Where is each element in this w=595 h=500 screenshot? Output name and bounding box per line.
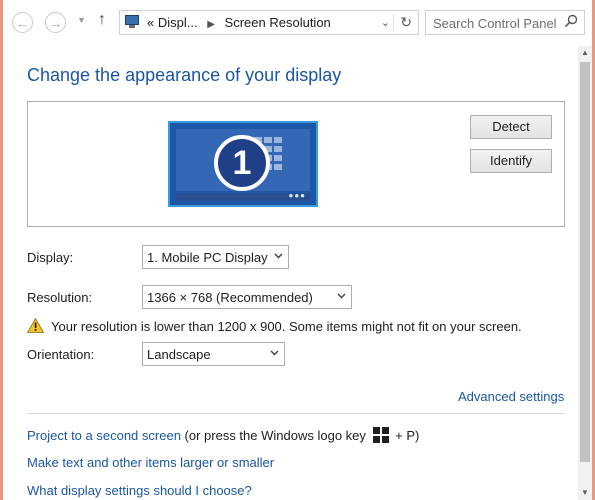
resolution-select-value: 1366 × 768 (Recommended) [147,290,313,305]
display-select[interactable]: 1. Mobile PC Display [142,245,289,269]
detect-button[interactable]: Detect [470,115,552,139]
address-dropdown-icon[interactable]: ⌄ [381,16,390,29]
navigation-bar: ← → ▼ ↑ « Displ... ▶ Screen Resolution ⌄… [3,0,592,46]
advanced-settings-link[interactable]: Advanced settings [458,389,564,404]
vertical-scrollbar[interactable]: ▲ ▼ [578,46,592,500]
resolution-warning: Your resolution is lower than 1200 x 900… [51,319,522,334]
display-preview-panel: ●●● 1 Detect Identify [27,101,565,227]
project-hint-post: + P) [391,428,420,443]
address-divider [393,14,394,31]
display-select-value: 1. Mobile PC Display [147,250,268,265]
forward-button[interactable]: → [45,12,66,33]
text-size-link[interactable]: Make text and other items larger or smal… [27,455,274,470]
back-button[interactable]: ← [12,12,33,33]
display-icon [125,15,141,29]
up-arrow-icon: ↑ [98,11,106,28]
display-help-link[interactable]: What display settings should I choose? [27,483,252,498]
divider [27,413,565,414]
chevron-down-icon [270,350,279,356]
resolution-label: Resolution: [27,290,93,305]
up-button[interactable]: ↑ [98,11,106,29]
search-input[interactable]: Search Control Panel [433,16,557,31]
window-frame-left [0,0,3,500]
breadcrumb-display[interactable]: Displ... [158,15,198,30]
orientation-label: Orientation: [27,347,95,362]
resolution-select[interactable]: 1366 × 768 (Recommended) [142,285,352,309]
breadcrumb-screen-resolution[interactable]: Screen Resolution [225,15,331,30]
chevron-down-icon [337,293,346,299]
forward-arrow-icon: → [48,15,63,31]
chevron-down-icon [274,253,283,259]
project-line: Project to a second screen (or press the… [27,427,419,443]
windows-logo-icon [372,427,389,443]
address-bar[interactable]: « Displ... ▶ Screen Resolution ⌄ ↻ [119,10,419,35]
scroll-down-icon[interactable]: ▼ [578,486,592,500]
back-arrow-icon: ← [15,15,30,31]
breadcrumb-separator-icon[interactable]: ▶ [201,19,221,30]
identify-button[interactable]: Identify [470,149,552,173]
refresh-icon: ↻ [400,14,412,30]
orientation-select[interactable]: Landscape [142,342,285,366]
project-hint-pre: (or press the Windows logo key [180,428,370,443]
breadcrumb: « Displ... ▶ Screen Resolution [147,15,331,30]
page-title: Change the appearance of your display [27,65,342,85]
search-box[interactable]: Search Control Panel [425,10,585,35]
monitor-1-icon[interactable]: ●●● 1 [168,121,318,207]
refresh-button[interactable]: ↻ [400,14,412,31]
recent-locations-dropdown[interactable]: ▼ [77,15,86,25]
project-second-screen-link[interactable]: Project to a second screen [27,428,181,443]
display-label: Display: [27,250,74,265]
warning-icon [27,318,44,333]
orientation-select-value: Landscape [147,347,211,362]
search-icon[interactable] [564,14,578,28]
breadcrumb-overflow[interactable]: « [147,15,154,30]
scroll-up-icon[interactable]: ▲ [578,46,592,60]
monitor-number: 1 [214,135,270,191]
scrollbar-thumb[interactable] [580,62,590,462]
